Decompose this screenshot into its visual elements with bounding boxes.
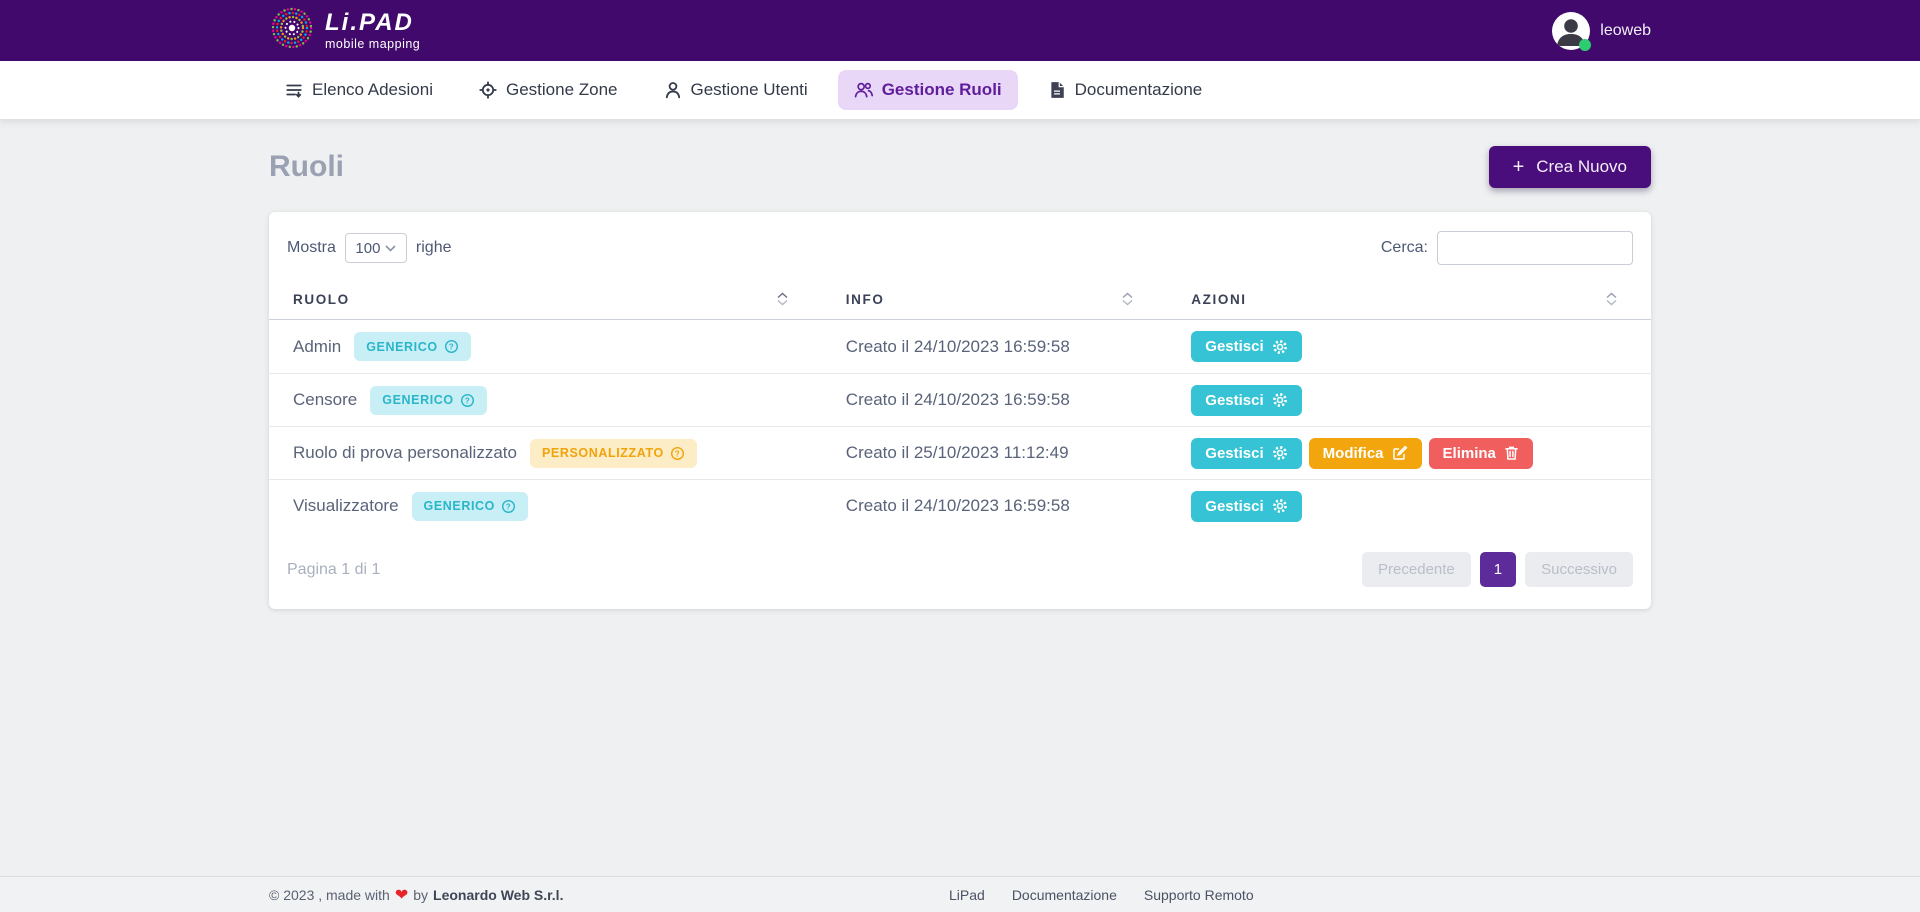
tab-elenco-adesioni[interactable]: Elenco Adesioni	[269, 70, 449, 110]
role-type-badge: PERSONALIZZATO ?	[530, 439, 697, 468]
edit-icon	[1392, 445, 1408, 461]
sort-icon	[1606, 293, 1617, 306]
role-name: Ruolo di prova personalizzato	[293, 443, 517, 463]
search-input[interactable]	[1437, 231, 1633, 265]
app-header: Li.PAD mobile mapping leoweb	[0, 0, 1920, 61]
username: leoweb	[1600, 22, 1651, 40]
page-1-button[interactable]: 1	[1480, 552, 1516, 587]
user-menu[interactable]: leoweb	[1552, 12, 1651, 50]
logo-subtitle: mobile mapping	[325, 38, 420, 51]
crea-nuovo-button[interactable]: + Crea Nuovo	[1489, 146, 1651, 188]
chevron-down-icon	[385, 245, 396, 252]
tab-gestione-utenti[interactable]: Gestione Utenti	[648, 70, 824, 110]
tab-label: Gestione Ruoli	[882, 80, 1002, 100]
table-row: Censore GENERICO ? Creato il 24/10/2023 …	[269, 373, 1651, 426]
plus-icon: +	[1513, 160, 1525, 174]
heart-icon: ❤	[395, 885, 408, 905]
tab-label: Gestione Zone	[506, 80, 618, 100]
gear-icon	[1272, 445, 1288, 461]
gestisci-button[interactable]: Gestisci	[1191, 331, 1301, 362]
tab-label: Gestione Utenti	[691, 80, 808, 100]
roles-table-card: Mostra 100 righe Cerca: RUOLO	[269, 212, 1651, 609]
tab-documentazione[interactable]: Documentazione	[1032, 70, 1219, 110]
list-icon	[285, 81, 303, 99]
table-header: RUOLO INFO AZIONI	[269, 279, 1651, 320]
role-type-badge: GENERICO ?	[370, 386, 486, 415]
role-name: Censore	[293, 390, 357, 410]
created-at: Creato il 24/10/2023 16:59:58	[846, 390, 1070, 410]
gestisci-button[interactable]: Gestisci	[1191, 491, 1301, 522]
column-header-ruolo[interactable]: RUOLO	[269, 279, 822, 319]
main-navigation: Elenco Adesioni Gestione Zone Gestione Ute…	[0, 61, 1920, 119]
previous-page-button[interactable]: Precedente	[1362, 552, 1471, 587]
role-type-badge: GENERICO ?	[412, 492, 528, 521]
search-label: Cerca:	[1381, 239, 1428, 257]
tab-label: Documentazione	[1075, 80, 1203, 100]
document-icon	[1048, 81, 1066, 99]
column-header-azioni[interactable]: AZIONI	[1167, 279, 1651, 319]
rows-per-page-select[interactable]: 100	[345, 233, 407, 263]
table-row: Visualizzatore GENERICO ? Creato il 24/1…	[269, 479, 1651, 532]
row-actions: Gestisci	[1167, 375, 1651, 426]
elimina-button[interactable]: Elimina	[1429, 438, 1533, 469]
created-at: Creato il 25/10/2023 11:12:49	[846, 443, 1069, 463]
table-row: Ruolo di prova personalizzato PERSONALIZ…	[269, 426, 1651, 479]
svg-text:?: ?	[448, 342, 453, 351]
row-actions: Gestisci	[1167, 321, 1651, 372]
gestisci-button[interactable]: Gestisci	[1191, 385, 1301, 416]
avatar	[1552, 12, 1590, 50]
table-body: Admin GENERICO ? Creato il 24/10/2023 16…	[269, 320, 1651, 532]
table-row: Admin GENERICO ? Creato il 24/10/2023 16…	[269, 320, 1651, 373]
created-at: Creato il 24/10/2023 16:59:58	[846, 337, 1070, 357]
show-rows-label: Mostra	[287, 239, 336, 257]
tab-gestione-ruoli[interactable]: Gestione Ruoli	[838, 70, 1018, 110]
sort-icon	[1122, 293, 1133, 306]
question-circle-icon: ?	[444, 339, 459, 354]
question-circle-icon: ?	[501, 499, 516, 514]
main-content: Ruoli + Crea Nuovo Mostra 100 righe Cerc…	[269, 146, 1651, 609]
svg-text:?: ?	[675, 449, 680, 458]
role-type-badge: GENERICO ?	[354, 332, 470, 361]
footer-link-documentazione[interactable]: Documentazione	[1012, 887, 1117, 903]
online-status-dot	[1579, 39, 1591, 51]
svg-text:?: ?	[506, 502, 511, 511]
users-icon	[854, 81, 873, 99]
page-status: Pagina 1 di 1	[287, 561, 380, 579]
lipad-logo-icon	[269, 5, 315, 56]
gestisci-button[interactable]: Gestisci	[1191, 438, 1301, 469]
pagination: Precedente 1 Successivo	[1362, 552, 1633, 587]
target-icon	[479, 81, 497, 99]
svg-text:?: ?	[465, 396, 470, 405]
logo-title: Li.PAD	[325, 11, 420, 35]
rows-unit-label: righe	[416, 239, 452, 257]
role-name: Admin	[293, 337, 341, 357]
gear-icon	[1272, 392, 1288, 408]
page-title: Ruoli	[269, 150, 344, 184]
copyright: © 2023 , made with ❤ by Leonardo Web S.r…	[269, 885, 563, 905]
row-actions: Gestisci ModificaElimina	[1167, 428, 1651, 479]
tab-label: Elenco Adesioni	[312, 80, 433, 100]
role-name: Visualizzatore	[293, 496, 399, 516]
tab-gestione-zone[interactable]: Gestione Zone	[463, 70, 634, 110]
user-icon	[664, 81, 682, 99]
created-at: Creato il 24/10/2023 16:59:58	[846, 496, 1070, 516]
footer-link-lipad[interactable]: LiPad	[949, 887, 985, 903]
gear-icon	[1272, 339, 1288, 355]
question-circle-icon: ?	[460, 393, 475, 408]
question-circle-icon: ?	[670, 446, 685, 461]
modifica-button[interactable]: Modifica	[1309, 438, 1422, 469]
gear-icon	[1272, 498, 1288, 514]
next-page-button[interactable]: Successivo	[1525, 552, 1633, 587]
footer-link-supporto-remoto[interactable]: Supporto Remoto	[1144, 887, 1254, 903]
sort-icon	[777, 293, 788, 306]
row-actions: Gestisci	[1167, 481, 1651, 532]
trash-icon	[1504, 445, 1519, 461]
app-footer: © 2023 , made with ❤ by Leonardo Web S.r…	[0, 876, 1920, 912]
footer-links: LiPad Documentazione Supporto Remoto	[949, 887, 1254, 903]
column-header-info[interactable]: INFO	[822, 279, 1168, 319]
app-logo[interactable]: Li.PAD mobile mapping	[269, 5, 420, 56]
company-name: Leonardo Web S.r.l.	[433, 887, 563, 903]
